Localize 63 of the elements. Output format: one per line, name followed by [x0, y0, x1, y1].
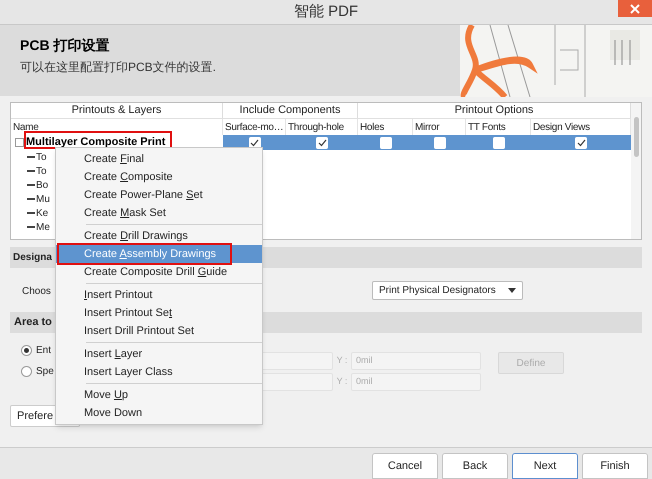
- checkbox[interactable]: [380, 136, 392, 148]
- menu-item[interactable]: Create Mask Set: [56, 204, 262, 222]
- close-icon: [630, 4, 640, 14]
- close-button[interactable]: [618, 0, 652, 17]
- dash-icon: [27, 170, 35, 172]
- column-header: Holes: [360, 120, 384, 134]
- menu-item[interactable]: Move Up: [56, 386, 262, 404]
- checkbox[interactable]: [434, 136, 446, 148]
- dialog-button[interactable]: Next: [512, 453, 578, 479]
- menu-item[interactable]: Insert Layer: [56, 345, 262, 363]
- menu-item[interactable]: Create Final: [56, 150, 262, 168]
- checkbox[interactable]: [492, 136, 504, 148]
- designator-dropdown[interactable]: Print Physical Designators: [372, 280, 523, 300]
- y-label: Y :: [336, 375, 348, 388]
- menu-item[interactable]: Create Composite Drill Guide: [56, 263, 262, 281]
- y-label: Y :: [336, 354, 348, 368]
- caret-icon: [508, 288, 516, 292]
- column-group-header: Printouts & Layers: [72, 103, 162, 118]
- menu-item[interactable]: Insert Printout: [56, 286, 262, 304]
- layer-name: Mu: [36, 192, 50, 206]
- radio-label: Spe: [36, 364, 54, 378]
- header-subtitle: 可以在这里配置打印PCB文件的设置.: [20, 59, 216, 76]
- column-header: Surface-mo…: [225, 120, 284, 134]
- scrollbar[interactable]: [631, 103, 641, 239]
- menu-item[interactable]: Create Composite: [56, 168, 262, 186]
- column-header: Design Views: [533, 120, 590, 134]
- window-title: 智能 PDF: [294, 2, 358, 22]
- radio-label: Ent: [36, 344, 52, 358]
- column-group-header: Include Components: [240, 103, 340, 118]
- column-header: Name: [13, 120, 38, 134]
- menu-item[interactable]: Create Power-Plane Set: [56, 186, 262, 204]
- layer-name: To: [36, 150, 47, 164]
- dash-icon: [27, 212, 35, 214]
- menu-item[interactable]: Insert Layer Class: [56, 363, 262, 381]
- section-header: Designa: [13, 251, 52, 265]
- menu-item[interactable]: Create Drill Drawings: [56, 227, 262, 245]
- choose-label: Choos: [22, 286, 51, 297]
- layer-name: Me: [36, 220, 50, 234]
- dialog-button[interactable]: Finish: [582, 453, 648, 479]
- layer-name: To: [36, 164, 47, 178]
- checkbox[interactable]: [248, 136, 260, 148]
- y-input-field: 0mil: [351, 352, 481, 370]
- define-button: Define: [498, 352, 564, 374]
- layer-name: Ke: [36, 206, 48, 220]
- column-header: Through-hole: [288, 120, 344, 134]
- dialog-button[interactable]: Cancel: [372, 453, 438, 479]
- y-input-field: 0mil: [351, 373, 481, 391]
- checkbox[interactable]: [316, 136, 328, 148]
- expand-icon[interactable]: [15, 138, 24, 147]
- dash-icon: [27, 226, 35, 228]
- dialog-button[interactable]: Back: [442, 453, 508, 479]
- checkbox[interactable]: [575, 136, 587, 148]
- column-header: Mirror: [415, 120, 440, 134]
- row-name: Multilayer Composite Print: [26, 135, 166, 150]
- dash-icon: [27, 184, 35, 186]
- radio-button[interactable]: [21, 366, 32, 376]
- layer-name: Bo: [36, 178, 48, 192]
- header-title: PCB 打印设置: [20, 36, 110, 55]
- dash-icon: [27, 156, 35, 158]
- column-group-header: Printout Options: [454, 103, 534, 118]
- dash-icon: [27, 198, 35, 200]
- column-header: TT Fonts: [468, 120, 506, 134]
- radio-button[interactable]: [21, 344, 32, 356]
